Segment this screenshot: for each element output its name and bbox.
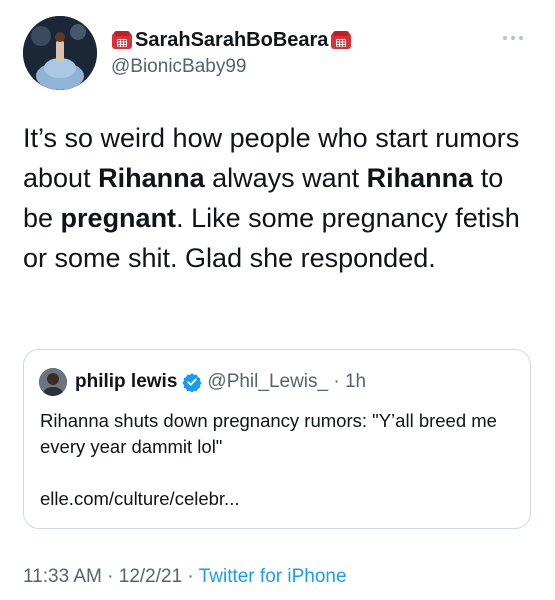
tweet-meta: 11:33 AM · 12/2/21 · Twitter for iPhone — [23, 566, 347, 588]
telephone-emoji-icon — [112, 31, 132, 49]
tweet-text-bold-segment: Rihanna — [98, 163, 205, 193]
quoted-author-name[interactable]: philip lewis — [75, 371, 177, 393]
tweet-text-segment: always want — [204, 163, 367, 193]
tweet-source-link[interactable]: Twitter for iPhone — [199, 566, 347, 587]
tweet-text-bold-segment: Rihanna — [366, 163, 474, 193]
more-options-icon[interactable] — [503, 32, 529, 44]
author-display-name[interactable]: SarahSarahBoBeara — [111, 28, 352, 52]
tweet-text: It’s so weird how people who start rumor… — [23, 118, 533, 278]
quoted-tweet-header: philip lewis @Phil_Lewis_ · 1h — [39, 367, 366, 397]
quoted-author-handle-time: @Phil_Lewis_ · 1h — [207, 371, 367, 392]
author-avatar[interactable] — [23, 16, 97, 90]
verified-badge-icon — [182, 373, 203, 392]
author-handle[interactable]: @BionicBaby99 — [111, 56, 352, 78]
quoted-tweet[interactable]: philip lewis @Phil_Lewis_ · 1h Rihanna s… — [23, 349, 531, 529]
author-name-text: SarahSarahBoBeara — [135, 29, 329, 51]
tweet-header: SarahSarahBoBeara @BionicBaby99 — [23, 16, 535, 96]
quoted-author-avatar[interactable] — [39, 368, 67, 396]
quoted-tweet-text: Rihanna shuts down pregnancy rumors: "Y’… — [40, 410, 497, 457]
tweet-text-bold-segment: pregnant — [60, 203, 177, 233]
telephone-emoji-icon — [331, 31, 352, 49]
tweet-timestamp[interactable]: 11:33 AM · 12/2/21 · — [23, 566, 199, 587]
quoted-tweet-link[interactable]: elle.com/culture/celebr... — [40, 488, 239, 510]
